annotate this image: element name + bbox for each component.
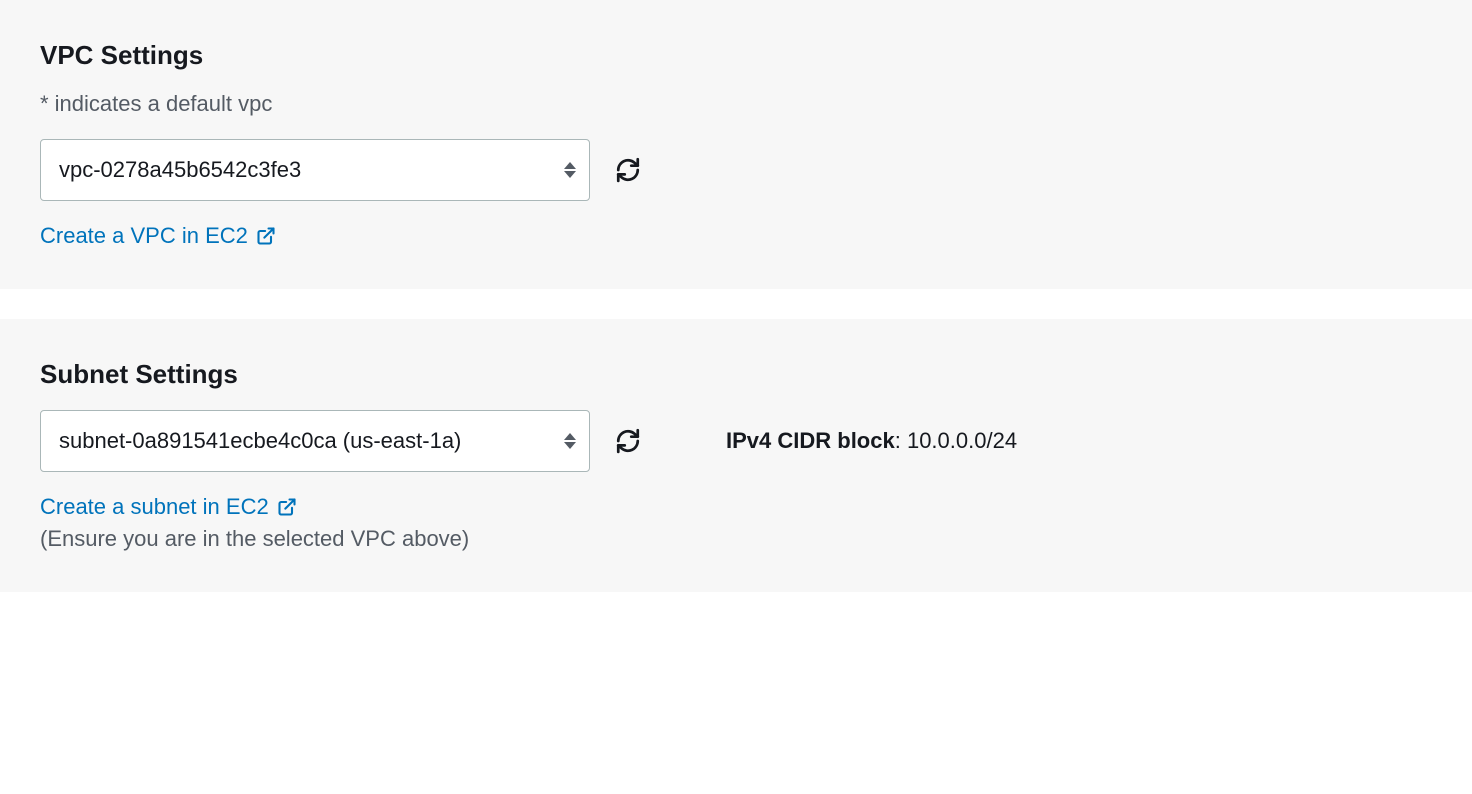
subnet-settings-title: Subnet Settings: [40, 359, 1432, 390]
vpc-settings-panel: VPC Settings * indicates a default vpc v…: [0, 0, 1472, 289]
create-vpc-link-text: Create a VPC in EC2: [40, 223, 248, 249]
subnet-select-group: subnet-0a891541ecbe4c0ca (us-east-1a): [40, 410, 642, 472]
subnet-select[interactable]: subnet-0a891541ecbe4c0ca (us-east-1a): [40, 410, 590, 472]
cidr-label: IPv4 CIDR block: [726, 428, 895, 453]
cidr-info: IPv4 CIDR block: 10.0.0.0/24: [726, 428, 1017, 454]
create-vpc-link[interactable]: Create a VPC in EC2: [40, 223, 276, 249]
subnet-select-row: subnet-0a891541ecbe4c0ca (us-east-1a) IP…: [40, 410, 1432, 472]
vpc-refresh-button[interactable]: [614, 156, 642, 184]
vpc-select-row: vpc-0278a45b6542c3fe3: [40, 139, 1432, 201]
external-link-icon: [277, 497, 297, 517]
subnet-settings-panel: Subnet Settings subnet-0a891541ecbe4c0ca…: [0, 319, 1472, 592]
refresh-icon: [615, 428, 641, 454]
subnet-note: (Ensure you are in the selected VPC abov…: [40, 526, 1432, 552]
cidr-colon: :: [895, 428, 907, 453]
subnet-select-wrap: subnet-0a891541ecbe4c0ca (us-east-1a): [40, 410, 590, 472]
create-subnet-link[interactable]: Create a subnet in EC2: [40, 494, 297, 520]
subnet-refresh-button[interactable]: [614, 427, 642, 455]
vpc-select-value: vpc-0278a45b6542c3fe3: [59, 157, 301, 183]
vpc-select[interactable]: vpc-0278a45b6542c3fe3: [40, 139, 590, 201]
subnet-select-value: subnet-0a891541ecbe4c0ca (us-east-1a): [59, 428, 461, 454]
create-subnet-link-text: Create a subnet in EC2: [40, 494, 269, 520]
external-link-icon: [256, 226, 276, 246]
vpc-settings-title: VPC Settings: [40, 40, 1432, 71]
vpc-select-wrap: vpc-0278a45b6542c3fe3: [40, 139, 590, 201]
vpc-default-hint: * indicates a default vpc: [40, 91, 1432, 117]
refresh-icon: [615, 157, 641, 183]
cidr-value: 10.0.0.0/24: [907, 428, 1017, 453]
